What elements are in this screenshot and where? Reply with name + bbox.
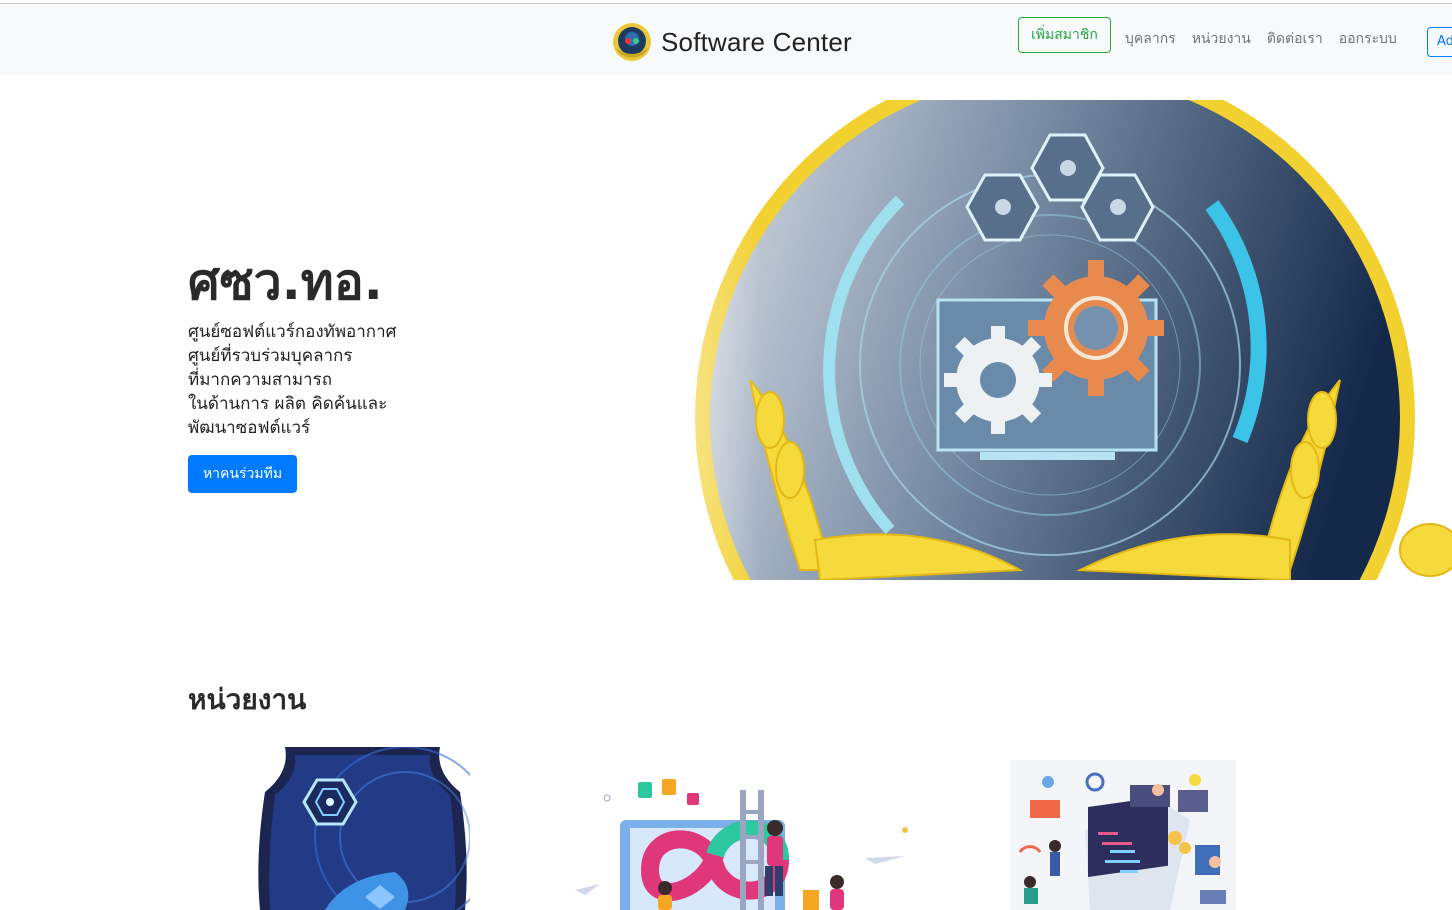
hero-emblem-image [600,100,1452,580]
devops-illustration-icon [575,779,908,910]
hero-description-line: ศูนย์ที่รวบร่วมบุคลากร [188,346,353,366]
hero-title: ศซว.ทอ. [188,253,383,311]
nav-link-logout[interactable]: ออกระบบ [1339,28,1397,50]
hero-description: ศูนย์ซอฟต์แวร์กองทัพอากาศ ศูนย์ที่รวบร่ว… [188,320,448,440]
brand-name: Software Center [661,26,852,57]
find-teammates-button[interactable]: หาคนร่วมทีม [188,455,297,493]
hero-description-line: ศูนย์ซอฟต์แวร์กองทัพอากาศ [188,322,397,342]
hero-description-line: ที่มากความสามารถ [188,370,333,390]
unit-card-image-badge[interactable] [255,747,470,910]
nav-link-units[interactable]: หน่วยงาน [1192,28,1251,50]
navbar: Software Center เพิ่มสมาชิก บุคลากร หน่ว… [0,4,1452,75]
nav-link-personnel[interactable]: บุคลากร [1125,28,1176,50]
unit-card-image-devops[interactable] [575,760,910,910]
nav-links: บุคลากร หน่วยงาน ติดต่อเรา ออกระบบ [1125,28,1397,50]
software-division-badge-icon [258,747,470,910]
air-force-logo-icon [613,23,651,61]
hero-description-line: พัฒนาซอฟต์แวร์ [188,418,311,438]
add-member-button[interactable]: เพิ่มสมาชิก [1018,17,1111,53]
software-team-illustration-icon [1010,760,1236,910]
unit-card-image-team[interactable] [1010,760,1236,910]
nav-link-contact[interactable]: ติดต่อเรา [1267,28,1323,50]
units-section-title: หน่วยงาน [188,683,307,716]
brand[interactable]: Software Center [612,22,852,62]
hero-description-line: ในด้านการ ผลิต คิดค้นและ [188,394,388,414]
admin-button[interactable]: Ad [1427,27,1452,57]
software-center-emblem-icon [600,100,1452,580]
